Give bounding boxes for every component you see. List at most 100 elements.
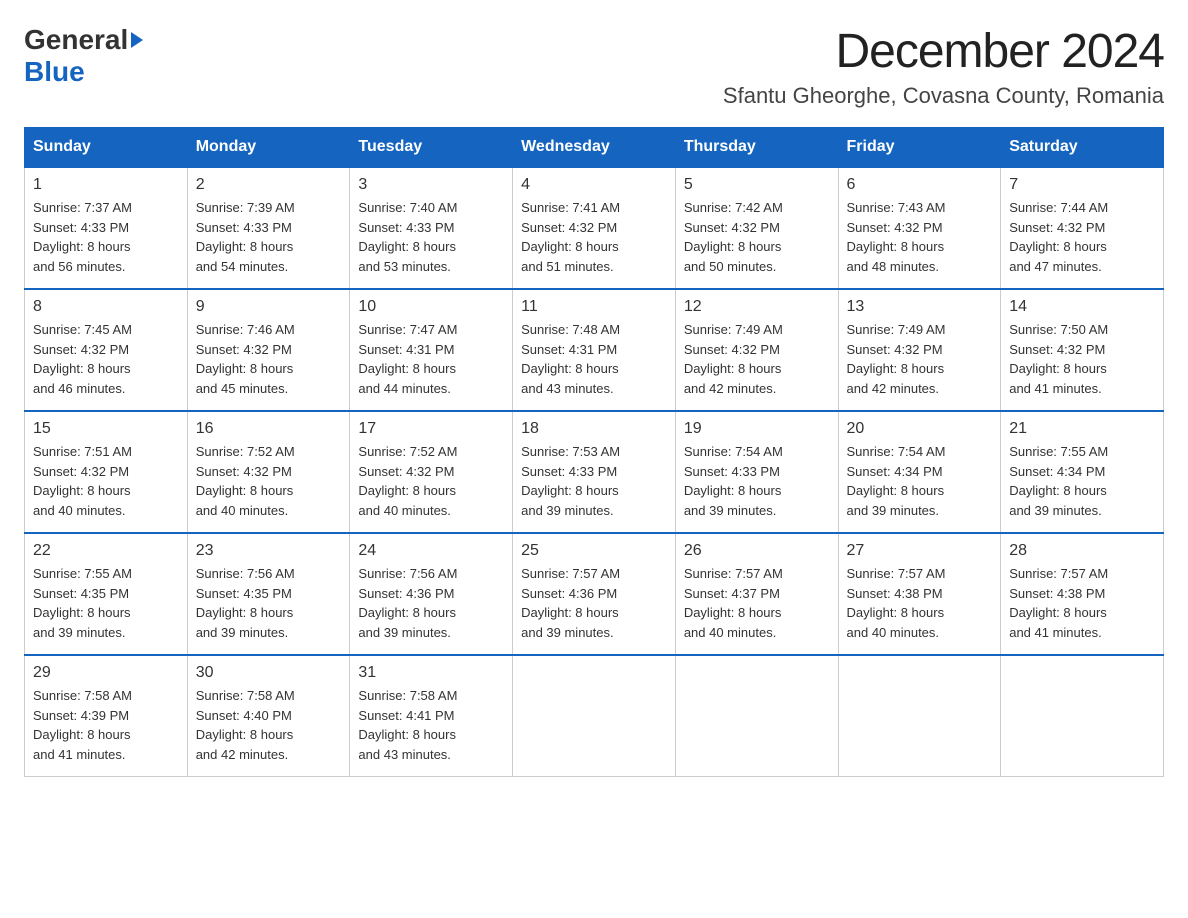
day-info: Sunrise: 7:57 AM Sunset: 4:37 PM Dayligh…: [684, 564, 830, 642]
day-info: Sunrise: 7:58 AM Sunset: 4:40 PM Dayligh…: [196, 686, 342, 764]
calendar-day-cell: 25 Sunrise: 7:57 AM Sunset: 4:36 PM Dayl…: [513, 533, 676, 655]
header-thursday: Thursday: [675, 128, 838, 168]
day-number: 2: [196, 176, 342, 194]
calendar-day-cell: 22 Sunrise: 7:55 AM Sunset: 4:35 PM Dayl…: [25, 533, 188, 655]
calendar-day-cell: 23 Sunrise: 7:56 AM Sunset: 4:35 PM Dayl…: [187, 533, 350, 655]
day-number: 14: [1009, 298, 1155, 316]
day-number: 30: [196, 664, 342, 682]
day-info: Sunrise: 7:57 AM Sunset: 4:36 PM Dayligh…: [521, 564, 667, 642]
day-number: 29: [33, 664, 179, 682]
day-info: Sunrise: 7:49 AM Sunset: 4:32 PM Dayligh…: [684, 320, 830, 398]
day-number: 1: [33, 176, 179, 194]
calendar-week-row: 29 Sunrise: 7:58 AM Sunset: 4:39 PM Dayl…: [25, 655, 1164, 777]
day-info: Sunrise: 7:44 AM Sunset: 4:32 PM Dayligh…: [1009, 198, 1155, 276]
calendar-day-cell: 2 Sunrise: 7:39 AM Sunset: 4:33 PM Dayli…: [187, 167, 350, 289]
calendar-title: December 2024: [723, 24, 1164, 79]
calendar-day-cell: [513, 655, 676, 777]
day-number: 11: [521, 298, 667, 316]
calendar-day-cell: 13 Sunrise: 7:49 AM Sunset: 4:32 PM Dayl…: [838, 289, 1001, 411]
header-tuesday: Tuesday: [350, 128, 513, 168]
logo: General Blue: [24, 24, 143, 88]
title-area: December 2024 Sfantu Gheorghe, Covasna C…: [723, 24, 1164, 109]
calendar-day-cell: 12 Sunrise: 7:49 AM Sunset: 4:32 PM Dayl…: [675, 289, 838, 411]
header-friday: Friday: [838, 128, 1001, 168]
calendar-day-cell: 9 Sunrise: 7:46 AM Sunset: 4:32 PM Dayli…: [187, 289, 350, 411]
header-monday: Monday: [187, 128, 350, 168]
calendar-day-cell: 4 Sunrise: 7:41 AM Sunset: 4:32 PM Dayli…: [513, 167, 676, 289]
day-number: 16: [196, 420, 342, 438]
day-number: 20: [847, 420, 993, 438]
day-number: 10: [358, 298, 504, 316]
calendar-week-row: 22 Sunrise: 7:55 AM Sunset: 4:35 PM Dayl…: [25, 533, 1164, 655]
calendar-day-cell: 14 Sunrise: 7:50 AM Sunset: 4:32 PM Dayl…: [1001, 289, 1164, 411]
day-number: 25: [521, 542, 667, 560]
calendar-day-cell: 11 Sunrise: 7:48 AM Sunset: 4:31 PM Dayl…: [513, 289, 676, 411]
day-info: Sunrise: 7:39 AM Sunset: 4:33 PM Dayligh…: [196, 198, 342, 276]
page-header: General Blue December 2024 Sfantu Gheorg…: [24, 24, 1164, 109]
calendar-day-cell: 1 Sunrise: 7:37 AM Sunset: 4:33 PM Dayli…: [25, 167, 188, 289]
day-info: Sunrise: 7:51 AM Sunset: 4:32 PM Dayligh…: [33, 442, 179, 520]
day-info: Sunrise: 7:43 AM Sunset: 4:32 PM Dayligh…: [847, 198, 993, 276]
day-info: Sunrise: 7:46 AM Sunset: 4:32 PM Dayligh…: [196, 320, 342, 398]
day-number: 8: [33, 298, 179, 316]
calendar-day-cell: 29 Sunrise: 7:58 AM Sunset: 4:39 PM Dayl…: [25, 655, 188, 777]
day-info: Sunrise: 7:57 AM Sunset: 4:38 PM Dayligh…: [847, 564, 993, 642]
calendar-day-cell: 17 Sunrise: 7:52 AM Sunset: 4:32 PM Dayl…: [350, 411, 513, 533]
header-saturday: Saturday: [1001, 128, 1164, 168]
calendar-day-cell: 15 Sunrise: 7:51 AM Sunset: 4:32 PM Dayl…: [25, 411, 188, 533]
calendar-day-cell: 5 Sunrise: 7:42 AM Sunset: 4:32 PM Dayli…: [675, 167, 838, 289]
day-info: Sunrise: 7:49 AM Sunset: 4:32 PM Dayligh…: [847, 320, 993, 398]
day-number: 15: [33, 420, 179, 438]
calendar-day-cell: 20 Sunrise: 7:54 AM Sunset: 4:34 PM Dayl…: [838, 411, 1001, 533]
day-info: Sunrise: 7:53 AM Sunset: 4:33 PM Dayligh…: [521, 442, 667, 520]
calendar-table: Sunday Monday Tuesday Wednesday Thursday…: [24, 127, 1164, 777]
calendar-day-cell: 27 Sunrise: 7:57 AM Sunset: 4:38 PM Dayl…: [838, 533, 1001, 655]
day-info: Sunrise: 7:55 AM Sunset: 4:34 PM Dayligh…: [1009, 442, 1155, 520]
day-number: 19: [684, 420, 830, 438]
day-number: 9: [196, 298, 342, 316]
calendar-day-cell: 6 Sunrise: 7:43 AM Sunset: 4:32 PM Dayli…: [838, 167, 1001, 289]
logo-triangle-icon: [131, 32, 143, 48]
calendar-body: 1 Sunrise: 7:37 AM Sunset: 4:33 PM Dayli…: [25, 167, 1164, 777]
calendar-day-cell: 10 Sunrise: 7:47 AM Sunset: 4:31 PM Dayl…: [350, 289, 513, 411]
day-number: 31: [358, 664, 504, 682]
header-wednesday: Wednesday: [513, 128, 676, 168]
day-number: 7: [1009, 176, 1155, 194]
day-number: 18: [521, 420, 667, 438]
day-info: Sunrise: 7:57 AM Sunset: 4:38 PM Dayligh…: [1009, 564, 1155, 642]
logo-general-text: General: [24, 24, 128, 56]
calendar-day-cell: 16 Sunrise: 7:52 AM Sunset: 4:32 PM Dayl…: [187, 411, 350, 533]
day-info: Sunrise: 7:58 AM Sunset: 4:39 PM Dayligh…: [33, 686, 179, 764]
day-info: Sunrise: 7:54 AM Sunset: 4:34 PM Dayligh…: [847, 442, 993, 520]
calendar-week-row: 8 Sunrise: 7:45 AM Sunset: 4:32 PM Dayli…: [25, 289, 1164, 411]
day-info: Sunrise: 7:54 AM Sunset: 4:33 PM Dayligh…: [684, 442, 830, 520]
calendar-week-row: 15 Sunrise: 7:51 AM Sunset: 4:32 PM Dayl…: [25, 411, 1164, 533]
day-info: Sunrise: 7:50 AM Sunset: 4:32 PM Dayligh…: [1009, 320, 1155, 398]
header-sunday: Sunday: [25, 128, 188, 168]
calendar-header: Sunday Monday Tuesday Wednesday Thursday…: [25, 128, 1164, 168]
calendar-day-cell: 31 Sunrise: 7:58 AM Sunset: 4:41 PM Dayl…: [350, 655, 513, 777]
day-info: Sunrise: 7:52 AM Sunset: 4:32 PM Dayligh…: [196, 442, 342, 520]
day-number: 4: [521, 176, 667, 194]
calendar-day-cell: 26 Sunrise: 7:57 AM Sunset: 4:37 PM Dayl…: [675, 533, 838, 655]
calendar-subtitle: Sfantu Gheorghe, Covasna County, Romania: [723, 83, 1164, 109]
day-info: Sunrise: 7:56 AM Sunset: 4:35 PM Dayligh…: [196, 564, 342, 642]
day-number: 5: [684, 176, 830, 194]
day-number: 28: [1009, 542, 1155, 560]
calendar-day-cell: [675, 655, 838, 777]
logo-blue-text: Blue: [24, 56, 85, 87]
calendar-day-cell: [1001, 655, 1164, 777]
day-number: 21: [1009, 420, 1155, 438]
day-number: 6: [847, 176, 993, 194]
day-info: Sunrise: 7:55 AM Sunset: 4:35 PM Dayligh…: [33, 564, 179, 642]
calendar-day-cell: 7 Sunrise: 7:44 AM Sunset: 4:32 PM Dayli…: [1001, 167, 1164, 289]
day-number: 27: [847, 542, 993, 560]
calendar-day-cell: 3 Sunrise: 7:40 AM Sunset: 4:33 PM Dayli…: [350, 167, 513, 289]
calendar-day-cell: 30 Sunrise: 7:58 AM Sunset: 4:40 PM Dayl…: [187, 655, 350, 777]
day-info: Sunrise: 7:52 AM Sunset: 4:32 PM Dayligh…: [358, 442, 504, 520]
header-row: Sunday Monday Tuesday Wednesday Thursday…: [25, 128, 1164, 168]
day-info: Sunrise: 7:45 AM Sunset: 4:32 PM Dayligh…: [33, 320, 179, 398]
calendar-week-row: 1 Sunrise: 7:37 AM Sunset: 4:33 PM Dayli…: [25, 167, 1164, 289]
day-number: 12: [684, 298, 830, 316]
day-info: Sunrise: 7:37 AM Sunset: 4:33 PM Dayligh…: [33, 198, 179, 276]
